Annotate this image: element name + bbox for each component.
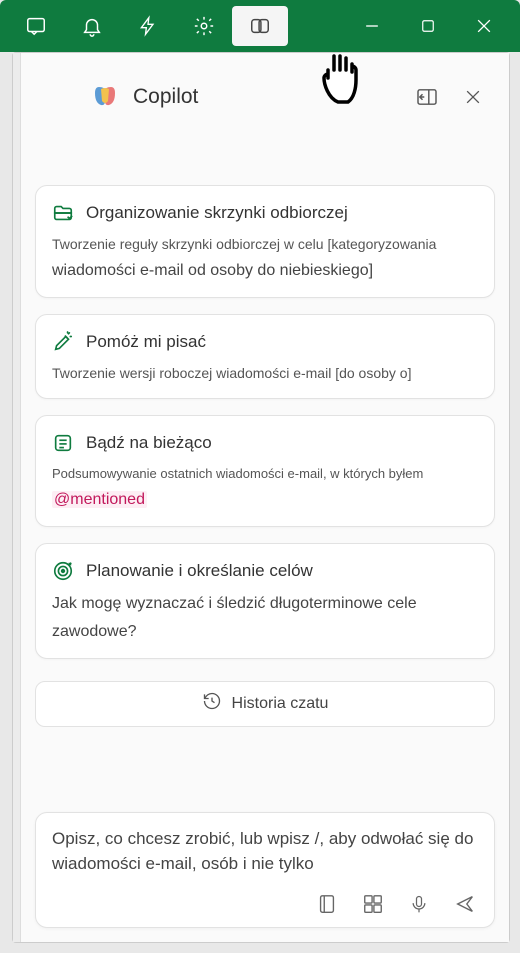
- microphone-icon[interactable]: [406, 891, 432, 917]
- card-line1: Tworzenie wersji roboczej wiadomości e-m…: [52, 363, 478, 384]
- card-title: Organizowanie skrzynki odbiorczej: [86, 203, 348, 223]
- goals-icon: [52, 560, 74, 582]
- card-line1: Tworzenie reguły skrzynki odbiorczej w c…: [52, 234, 478, 255]
- suggestion-card-stay-current[interactable]: Bądź na bieżąco Podsumowywanie ostatnich…: [35, 415, 495, 527]
- card-line2: wiadomości e-mail od osoby do niebieskie…: [52, 259, 478, 283]
- apps-icon[interactable]: [360, 891, 386, 917]
- write-assist-icon: [52, 331, 74, 353]
- card-title: Bądź na bieżąco: [86, 433, 212, 453]
- card-line2: zawodowe?: [52, 620, 478, 644]
- copilot-header: Copilot: [21, 53, 509, 133]
- chat-input-box[interactable]: Opisz, co chcesz zrobić, lub wpisz /, ab…: [35, 812, 495, 928]
- title-bar: [0, 0, 520, 52]
- copilot-ribbon-button[interactable]: [232, 6, 288, 46]
- suggestion-cards: Organizowanie skrzynki odbiorczej Tworze…: [21, 133, 509, 659]
- bolt-icon[interactable]: [120, 6, 176, 46]
- mention-token: @mentioned: [52, 491, 147, 508]
- send-icon[interactable]: [452, 891, 478, 917]
- copilot-title: Copilot: [133, 85, 397, 109]
- copilot-pane: Copilot Organizowanie skrzynki odbiorcze…: [12, 52, 510, 943]
- inbox-organize-icon: [52, 202, 74, 224]
- suggestion-card-organize-inbox[interactable]: Organizowanie skrzynki odbiorczej Tworze…: [35, 185, 495, 298]
- card-title: Planowanie i określanie celów: [86, 561, 313, 581]
- bell-icon[interactable]: [64, 6, 120, 46]
- card-line1: Podsumowywanie ostatnich wiadomości e-ma…: [52, 464, 478, 484]
- chat-input-placeholder: Opisz, co chcesz zrobić, lub wpisz /, ab…: [52, 827, 478, 881]
- content-edge: [13, 53, 21, 942]
- card-title: Pomóż mi pisać: [86, 332, 206, 352]
- notebook-icon[interactable]: [314, 891, 340, 917]
- suggestion-card-goals[interactable]: Planowanie i określanie celów Jak mogę w…: [35, 543, 495, 659]
- todo-icon[interactable]: [8, 6, 64, 46]
- suggestion-card-help-write[interactable]: Pomóż mi pisać Tworzenie wersji roboczej…: [35, 314, 495, 399]
- copilot-logo-icon: [91, 83, 119, 111]
- history-label: Historia czatu: [232, 695, 329, 713]
- gear-icon[interactable]: [176, 6, 232, 46]
- close-window-button[interactable]: [456, 6, 512, 46]
- dock-icon[interactable]: [411, 81, 443, 113]
- stay-current-icon: [52, 432, 74, 454]
- card-line1: Jak mogę wyznaczać i śledzić długotermin…: [52, 592, 478, 616]
- chat-history-button[interactable]: Historia czatu: [35, 681, 495, 727]
- minimize-button[interactable]: [344, 6, 400, 46]
- close-panel-button[interactable]: [457, 81, 489, 113]
- maximize-button[interactable]: [400, 6, 456, 46]
- history-icon: [202, 691, 222, 716]
